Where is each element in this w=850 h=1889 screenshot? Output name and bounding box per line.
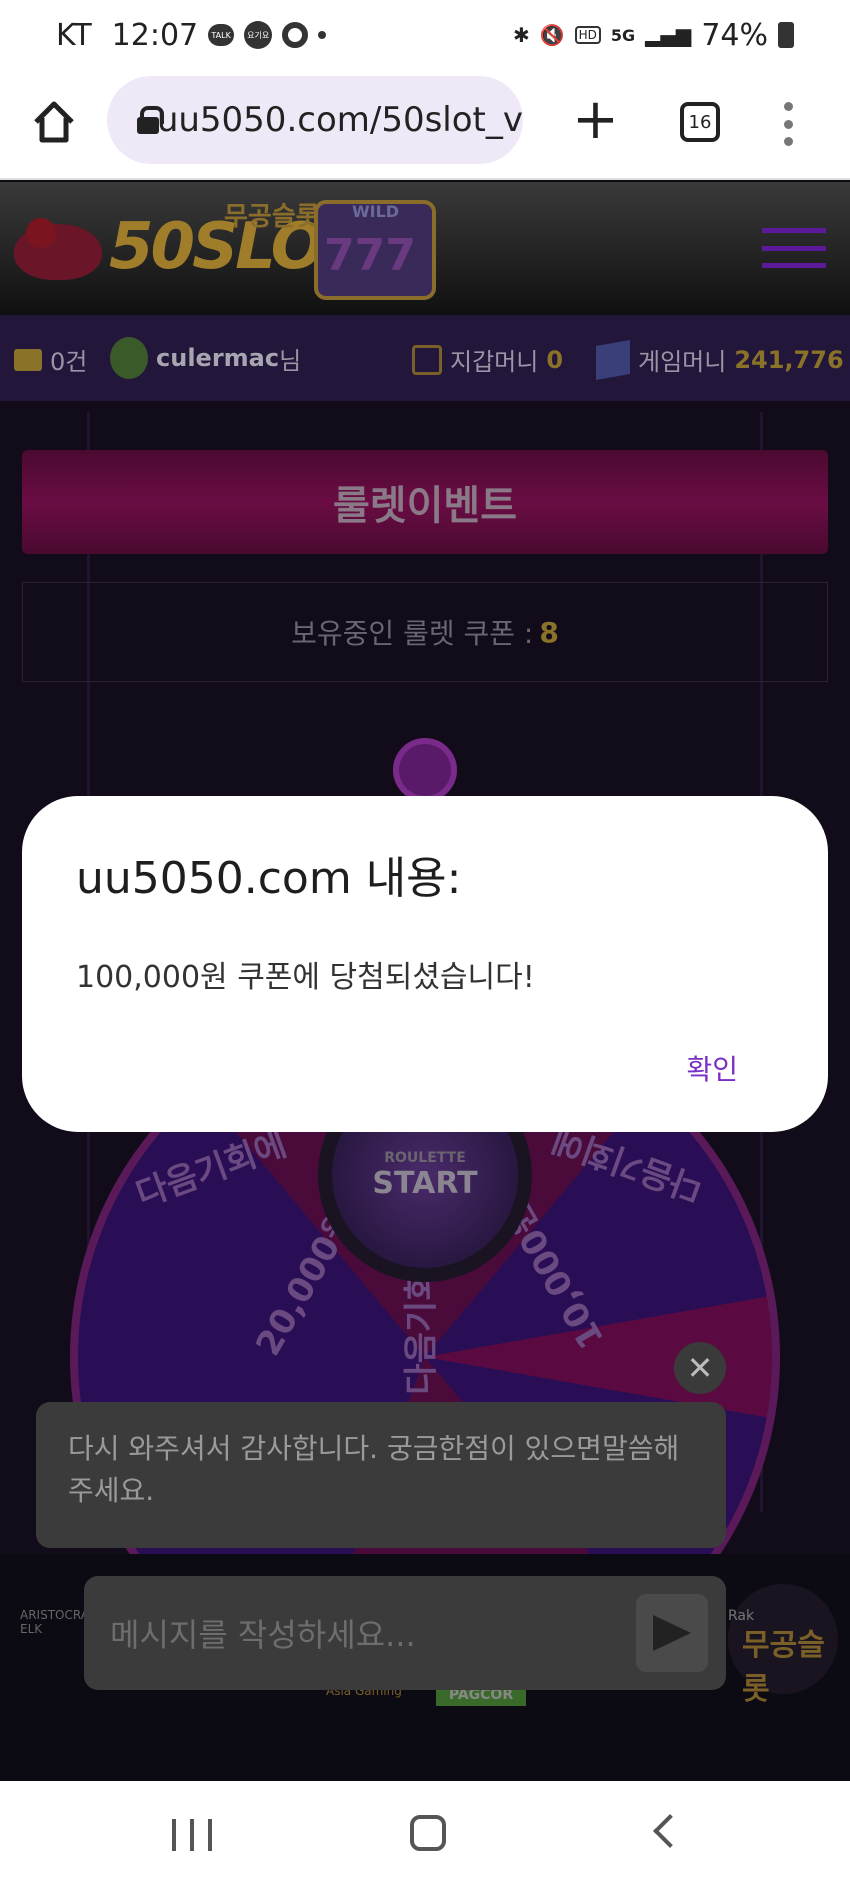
alert-dialog: uu5050.com 내용: 100,000원 쿠폰에 당첨되셨습니다! 확인	[22, 796, 828, 1132]
status-right: ✱ 🔇 HD 5G ▂▄▆ 74%	[513, 18, 794, 53]
slot-wild-text: WILD	[352, 202, 400, 221]
game-money-indicator[interactable]: 게임머니 241,776	[596, 339, 844, 380]
avatar	[110, 337, 148, 379]
coupon-label: 보유중인 룰렛 쿠폰 :	[291, 617, 534, 650]
start-button-label: START	[372, 1165, 478, 1201]
user-info-bar: 0건 culermac 님 지갑머니 0 게임머니 241,776	[0, 315, 850, 401]
partner-logo-left: ARISTOCRAT ELK	[20, 1608, 96, 1636]
site-header: 50SLOT 무공슬롯 777 WILD	[0, 182, 850, 315]
logo-subtext: 무공슬롯	[224, 202, 320, 232]
mail-count: 0건	[50, 348, 88, 376]
battery-icon	[778, 22, 794, 48]
cherry-logo-image	[26, 218, 56, 248]
hd-icon: HD	[574, 26, 601, 44]
5g-icon: 5G	[610, 25, 636, 45]
wallet-indicator[interactable]: 지갑머니 0	[412, 342, 563, 377]
wallet-value: 0	[546, 345, 564, 374]
coupon-count-box: 보유중인 룰렛 쿠폰 : 8	[22, 582, 828, 682]
user-indicator[interactable]: culermac 님	[110, 337, 301, 379]
coupon-value: 8	[539, 615, 559, 649]
back-icon[interactable]	[653, 1814, 687, 1848]
chat-message-input[interactable]: 메시지를 작성하세요...	[84, 1576, 726, 1690]
battery-percent: 74%	[701, 17, 768, 53]
hamburger-menu-icon[interactable]	[762, 228, 826, 268]
more-dot-icon	[318, 31, 327, 39]
mail-icon	[14, 348, 42, 371]
confirm-button[interactable]: 확인	[686, 1048, 738, 1088]
url-bar[interactable]: uu5050.com/50slot_v	[107, 76, 523, 164]
url-text: uu5050.com/50slot_v	[156, 100, 523, 140]
wheel-pointer	[393, 738, 457, 802]
footer: ARISTOCRAT ELK Asia Gaming PAGCOR Rak 무공…	[0, 1554, 850, 1779]
clock: 12:07	[111, 17, 199, 53]
dialog-message: 100,000원 쿠폰에 당첨되셨습니다!	[76, 960, 535, 995]
camera-ring-icon	[282, 22, 309, 48]
status-bar: KT 12:07 TALK 요기요 ✱ 🔇 HD 5G ▂▄▆ 74%	[0, 0, 850, 70]
dialog-title: uu5050.com 내용:	[76, 853, 462, 904]
browser-toolbar: uu5050.com/50slot_v + 16	[0, 70, 850, 180]
home-icon[interactable]	[30, 98, 78, 146]
slot-777-text: 777	[324, 230, 416, 281]
partner-right-text: 무공슬롯	[742, 1628, 825, 1707]
send-icon[interactable]	[636, 1594, 708, 1672]
username: culermac	[156, 344, 280, 372]
status-left: KT 12:07 TALK 요기요	[56, 17, 327, 53]
game-money-value: 241,776	[734, 345, 844, 374]
home-nav-icon[interactable]	[410, 1815, 446, 1851]
new-tab-icon[interactable]: +	[572, 92, 619, 148]
site-logo[interactable]: 50SLOT 무공슬롯 777 WILD	[14, 198, 436, 303]
mail-indicator[interactable]: 0건	[14, 342, 87, 377]
lock-icon	[137, 106, 162, 134]
game-money-icon	[596, 339, 630, 380]
chat-message-bubble: 다시 와주셔서 감사합니다. 궁금한점이 있으면말씀해주세요.	[36, 1402, 726, 1548]
recent-apps-icon[interactable]	[172, 1819, 212, 1851]
wallet-icon	[412, 344, 442, 375]
mute-icon: 🔇	[539, 23, 565, 47]
partner-logo-right: Rak 무공슬롯	[728, 1584, 838, 1707]
carrier-label: KT	[56, 17, 92, 53]
yogiyo-icon: 요기요	[244, 21, 273, 49]
more-menu-icon[interactable]	[782, 102, 794, 146]
chat-close-icon[interactable]: ✕	[674, 1342, 726, 1394]
username-suffix: 님	[279, 346, 302, 375]
system-navigation-bar	[0, 1781, 850, 1889]
signal-icon: ▂▄▆	[645, 23, 692, 47]
start-button-small-label: ROULETTE	[384, 1149, 466, 1166]
kakaotalk-icon: TALK	[208, 24, 235, 46]
game-money-label: 게임머니	[638, 348, 727, 376]
wallet-label: 지갑머니	[450, 348, 539, 376]
event-title-banner: 룰렛이벤트	[22, 450, 828, 554]
tab-switcher-button[interactable]: 16	[680, 102, 720, 142]
bluetooth-icon: ✱	[512, 23, 530, 47]
chat-input-placeholder: 메시지를 작성하세요...	[110, 1616, 416, 1654]
